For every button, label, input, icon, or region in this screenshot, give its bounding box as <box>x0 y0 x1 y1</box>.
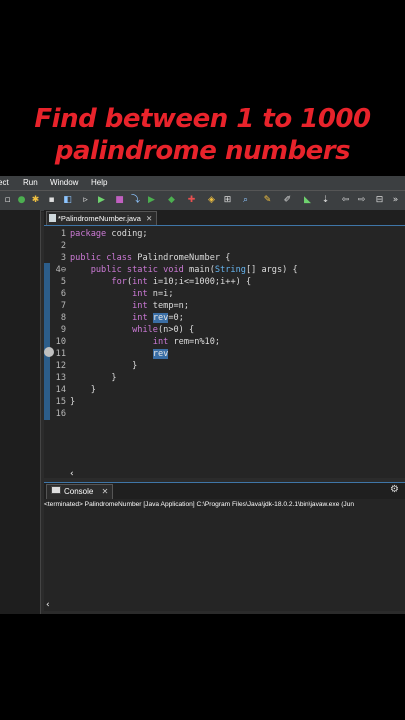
menu-help[interactable]: Help <box>91 178 107 187</box>
code-text[interactable]: while(n>0) { <box>70 324 194 336</box>
line-number: 8 <box>60 313 66 323</box>
debug-icon[interactable]: ✱ <box>30 195 41 206</box>
code-text[interactable]: int rem=n%10; <box>70 336 220 348</box>
line-number: 14 <box>55 385 66 395</box>
code-text[interactable]: for(int i=10;i<=1000;i++) { <box>70 276 251 288</box>
tab-palindromenumber[interactable]: *PalindromeNumber.java ✕ <box>46 211 158 225</box>
line-number: 9 <box>60 325 66 335</box>
line-number: 3 <box>60 253 66 263</box>
scroll-left-icon[interactable]: ‹ <box>70 469 74 479</box>
line-number: 5 <box>60 277 66 287</box>
code-text[interactable]: } <box>70 384 96 396</box>
save-icon[interactable]: ▪ <box>46 195 57 206</box>
overlay-title-line2: palindrome numbers <box>54 136 351 166</box>
menu-project[interactable]: ect <box>0 178 9 187</box>
java-file-icon <box>49 214 56 222</box>
coverage-icon[interactable]: ◆ <box>166 195 177 206</box>
build-icon[interactable]: ◧ <box>62 195 73 206</box>
editor-tab-bar: *PalindromeNumber.java ✕ <box>44 210 405 226</box>
line-number: 2 <box>60 241 66 251</box>
ide-window: ect Run Window Help ▫ ● ✱ ▪ ◧ ▹ ▶ ■ ⤵ ▶ … <box>0 176 405 614</box>
tab-console[interactable]: Console ✕ <box>46 484 114 499</box>
code-text[interactable]: int temp=n; <box>70 300 189 312</box>
menubar: ect Run Window Help <box>0 176 405 190</box>
task-icon[interactable]: ✎ <box>262 195 273 206</box>
code-editor[interactable]: 1 package coding; 2 3 public class Palindrom… <box>44 226 405 478</box>
pin-icon[interactable]: ✐ <box>282 195 293 206</box>
code-text[interactable]: rev <box>70 348 169 360</box>
console-scroll-left-icon[interactable]: ‹ <box>46 600 50 610</box>
line-number: 6 <box>60 289 66 299</box>
code-text[interactable]: } <box>70 360 137 372</box>
console-tab-label: Console <box>64 487 94 496</box>
line-number: 11 <box>55 349 66 359</box>
menu-window[interactable]: Window <box>50 178 78 187</box>
new-class-icon[interactable]: ◈ <box>206 195 217 206</box>
code-text[interactable]: int rev=0; <box>70 312 184 324</box>
console-output[interactable] <box>44 511 405 611</box>
console-icon <box>51 486 61 494</box>
play-icon[interactable]: ▶ <box>146 195 157 206</box>
code-text[interactable]: public class PalindromeNumber { <box>70 252 230 264</box>
step-into-icon[interactable]: ⤵ <box>130 195 141 206</box>
perspective-icon[interactable]: ⊟ <box>374 195 385 206</box>
more-icon[interactable]: » <box>390 195 401 206</box>
console-tab-bar: Console ✕ ⚙ <box>44 482 405 500</box>
code-text[interactable]: int n=i; <box>70 288 173 300</box>
skip-icon[interactable]: ▹ <box>80 195 91 206</box>
back-icon[interactable]: ⇦ <box>340 195 351 206</box>
overlay-title-line1: Find between 1 to 1000 <box>34 104 371 134</box>
code-text[interactable]: package coding; <box>70 228 148 240</box>
forward-icon[interactable]: ⇨ <box>356 195 367 206</box>
resume-icon[interactable]: ▶ <box>96 195 107 206</box>
line-number: 15 <box>55 397 66 407</box>
toolbar: ▫ ● ✱ ▪ ◧ ▹ ▶ ■ ⤵ ▶ ◆ ✚ ◈ ⊞ ⌕ ✎ ✐ ◣ ⇣ ⇦ … <box>0 190 405 212</box>
line-number: 12 <box>55 361 66 371</box>
code-text[interactable]: } <box>70 396 75 408</box>
new-icon[interactable]: ▫ <box>2 195 13 206</box>
close-icon[interactable]: ✕ <box>102 487 109 496</box>
run-icon[interactable]: ● <box>16 195 27 206</box>
line-number: 13 <box>55 373 66 383</box>
code-text[interactable]: public static void main(String[] args) { <box>70 264 298 276</box>
code-text[interactable]: } <box>70 372 116 384</box>
console-tools-icon[interactable]: ⚙ <box>390 484 399 495</box>
line-number: 4⊖ <box>55 265 66 275</box>
line-number: 10 <box>55 337 66 347</box>
terminate-icon[interactable]: ■ <box>114 195 125 206</box>
annotation-icon[interactable]: ◣ <box>302 195 313 206</box>
package-explorer-pane <box>0 210 41 614</box>
next-annotation-icon[interactable]: ⇣ <box>320 195 331 206</box>
close-icon[interactable]: ✕ <box>146 214 152 223</box>
open-type-icon[interactable]: ⊞ <box>222 195 233 206</box>
console-status-line: <terminated> PalindromeNumber [Java Appl… <box>44 499 405 511</box>
external-tools-icon[interactable]: ✚ <box>186 195 197 206</box>
search-icon[interactable]: ⌕ <box>240 195 251 206</box>
menu-run[interactable]: Run <box>23 178 38 187</box>
line-number: 1 <box>60 229 66 239</box>
tab-label: *PalindromeNumber.java <box>58 214 141 223</box>
line-number: 16 <box>55 409 66 419</box>
line-number: 7 <box>60 301 66 311</box>
